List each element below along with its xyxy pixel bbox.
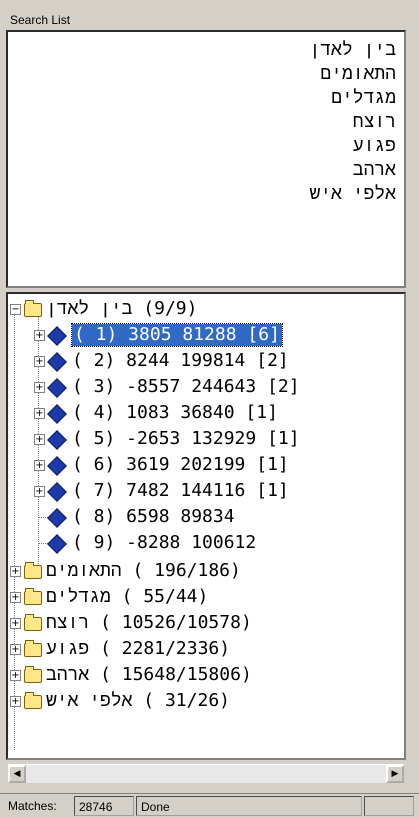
- folder-label: רוצח: [46, 612, 90, 633]
- folder-label: בין לאדן: [46, 298, 133, 319]
- search-term[interactable]: ארהב: [8, 158, 396, 182]
- folder-count: ( 2281/2336): [100, 638, 231, 659]
- result-icon: [47, 404, 67, 424]
- result-label: ( 9) -8288 100612: [72, 532, 257, 553]
- expand-toggle[interactable]: +: [10, 670, 21, 681]
- status-bar: Matches: 28746 Done: [0, 793, 419, 818]
- result-label: ( 1) 3805 81288 [6]: [71, 323, 283, 347]
- expand-toggle[interactable]: +: [34, 434, 45, 445]
- result-label: ( 6) 3619 202199 [1]: [72, 454, 289, 475]
- folder-icon: [24, 562, 42, 579]
- search-term[interactable]: אלפי איש: [8, 182, 396, 206]
- result-icon: [47, 534, 67, 554]
- folder-label: התאומים: [46, 560, 122, 581]
- result-label: ( 2) 8244 199814 [2]: [72, 350, 289, 371]
- result-label: ( 7) 7482 144116 [1]: [72, 480, 289, 501]
- results-tree[interactable]: − בין לאדן (9/9) + ( 1) 3805 81288 [6] +…: [6, 292, 406, 760]
- expand-toggle[interactable]: +: [34, 330, 45, 341]
- folder-label: ארהב: [46, 664, 90, 685]
- folder-label: מגדלים: [46, 586, 111, 607]
- expand-toggle[interactable]: +: [34, 408, 45, 419]
- result-icon: [47, 508, 67, 528]
- folder-icon: [24, 640, 42, 657]
- expand-toggle[interactable]: +: [10, 644, 21, 655]
- result-icon: [47, 378, 67, 398]
- folder-count: ( 15648/15806): [100, 664, 252, 685]
- expand-toggle[interactable]: +: [34, 356, 45, 367]
- scroll-left-icon[interactable]: ◀: [8, 765, 26, 783]
- expand-toggle[interactable]: +: [10, 566, 21, 577]
- result-label: ( 8) 6598 89834: [72, 506, 235, 527]
- scroll-right-icon[interactable]: ▶: [386, 765, 404, 783]
- result-icon: [47, 326, 67, 346]
- folder-icon: [24, 666, 42, 683]
- folder-count: ( 196/186): [132, 560, 241, 581]
- folder-icon: [24, 614, 42, 631]
- expand-toggle[interactable]: +: [34, 486, 45, 497]
- matches-value: 28746: [74, 796, 134, 816]
- result-icon: [47, 456, 67, 476]
- search-term[interactable]: מגדלים: [8, 86, 396, 110]
- expand-toggle[interactable]: +: [10, 696, 21, 707]
- expand-toggle[interactable]: +: [10, 592, 21, 603]
- result-label: ( 3) -8557 244643 [2]: [72, 376, 300, 397]
- folder-count: ( 31/26): [143, 690, 230, 711]
- folder-count: (9/9): [143, 298, 198, 319]
- search-term[interactable]: פגוע: [8, 134, 396, 158]
- expand-toggle[interactable]: +: [34, 460, 45, 471]
- status-empty-cell: [364, 796, 414, 816]
- horizontal-scrollbar[interactable]: ◀ ▶: [8, 764, 404, 783]
- search-term[interactable]: רוצח: [8, 110, 396, 134]
- folder-label: אלפי איש: [46, 690, 133, 711]
- matches-label: Matches:: [8, 799, 57, 813]
- result-icon: [47, 352, 67, 372]
- status-state: Done: [136, 796, 362, 816]
- expand-toggle[interactable]: +: [10, 618, 21, 629]
- folder-count: ( 10526/10578): [100, 612, 252, 633]
- folder-icon: [24, 588, 42, 605]
- collapse-toggle[interactable]: −: [10, 304, 21, 315]
- folder-label: פגוע: [46, 638, 90, 659]
- result-label: ( 4) 1083 36840 [1]: [72, 402, 278, 423]
- expand-toggle[interactable]: +: [34, 382, 45, 393]
- open-folder-icon: [24, 300, 42, 317]
- search-term[interactable]: בין לאדן: [8, 38, 396, 62]
- search-term[interactable]: התאומים: [8, 62, 396, 86]
- search-list[interactable]: בין לאדן התאומים מגדלים רוצח פגוע ארהב א…: [6, 30, 406, 288]
- result-label: ( 5) -2653 132929 [1]: [72, 428, 300, 449]
- folder-icon: [24, 692, 42, 709]
- panel-title: Search List: [6, 10, 406, 30]
- result-icon: [47, 482, 67, 502]
- folder-count: ( 55/44): [121, 586, 209, 607]
- result-icon: [47, 430, 67, 450]
